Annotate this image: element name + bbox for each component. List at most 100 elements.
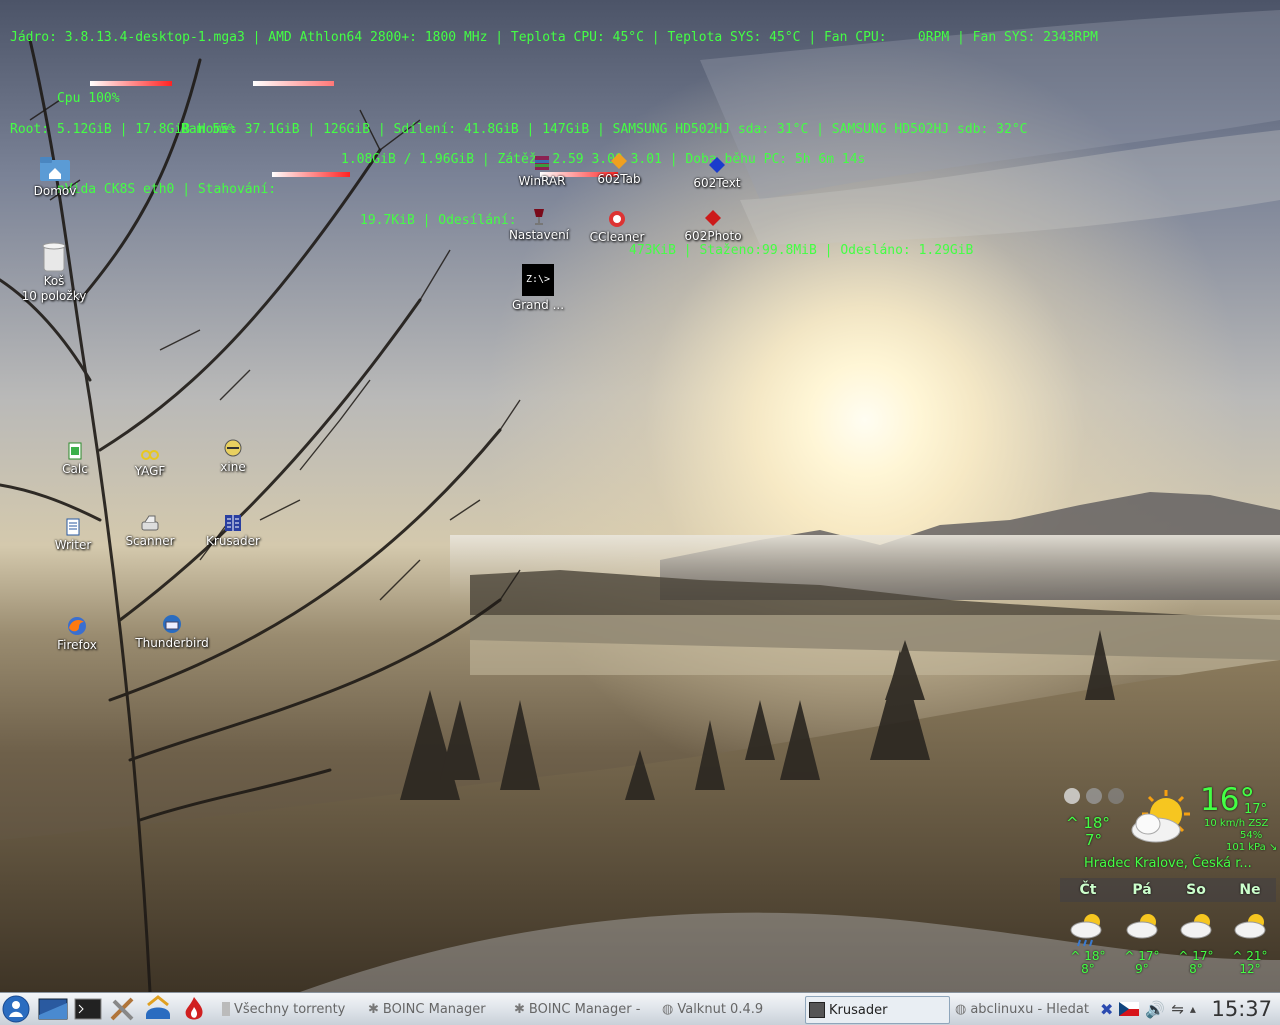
- ccleaner-icon: [609, 211, 625, 227]
- task-boinc-manager-2[interactable]: ✱ BOINC Manager -: [514, 996, 654, 1022]
- package-manager-launcher[interactable]: [142, 995, 174, 1022]
- desktop-icon-thunderbird[interactable]: Thunderbird: [127, 602, 217, 651]
- upload-details: 473KiB | Staženo:99.8MiB | Odesláno: 1.2…: [629, 243, 974, 259]
- desktop-icon-grand[interactable]: Z:\> Grand ...: [493, 262, 583, 313]
- home-folder-icon: [40, 157, 70, 181]
- winrar-icon: [535, 156, 549, 170]
- ram-usage-bar: [253, 81, 334, 86]
- desktop-icon-scanner[interactable]: Scanner: [105, 500, 195, 549]
- show-desktop-button[interactable]: [38, 996, 68, 1022]
- task-abclinuxu[interactable]: ◍ abclinuxu - Hledat: [955, 996, 1090, 1022]
- task-torrents[interactable]: Všechny torrenty: [222, 996, 362, 1022]
- desktop-icon-kos[interactable]: Koš 10 položky: [9, 240, 99, 304]
- network-tray-icon[interactable]: ✖: [1100, 1000, 1113, 1019]
- tray-expand-icon[interactable]: ▴: [1190, 1002, 1196, 1016]
- desktop-icon-domov[interactable]: Domov: [10, 150, 100, 199]
- desktop-icon-sublabel: 10 položky: [21, 289, 87, 303]
- desktop-icon-yagf[interactable]: YAGF: [105, 430, 195, 479]
- forecast-day: So: [1186, 882, 1206, 898]
- forecast-partly-cloudy-icon: [1126, 914, 1158, 939]
- valknut-icon: ◍: [662, 1001, 674, 1017]
- desktop-icon-krusader[interactable]: Krusader: [188, 500, 278, 549]
- terminal-launcher[interactable]: [74, 996, 102, 1022]
- desktop-icon-label: Domov: [33, 184, 77, 198]
- forecast-low: 8°: [1081, 962, 1095, 976]
- humidity-info: 54%: [1240, 830, 1263, 841]
- forecast-cloud-rain-icon: [1070, 914, 1102, 947]
- desktop-icon-602photo[interactable]: 602Photo: [668, 195, 758, 244]
- desktop-icon-ccleaner[interactable]: CCleaner: [572, 196, 662, 245]
- kernel-info-line: Jádro: 3.8.13.4-desktop-1.mga3 | AMD Ath…: [10, 30, 1098, 46]
- desktop-icon-602tab[interactable]: 602Tab: [574, 138, 664, 187]
- forecast-day: Ne: [1239, 882, 1261, 898]
- software-install-icon: [146, 995, 170, 1019]
- pressure-info: 101 kPa ↘: [1226, 842, 1278, 853]
- boinc-icon: ✱: [514, 1001, 525, 1017]
- weather-widget[interactable]: ^ 18° 7° 16° 17° 10 km/h ZSZ 54% 101 kPa…: [1058, 782, 1280, 992]
- system-tray: ✖ 🔊 ⇋ ▴: [1100, 996, 1196, 1022]
- task-valknut[interactable]: ◍ Valknut 0.4.9: [662, 996, 798, 1022]
- desktop-icon-label: Nastavení: [508, 228, 570, 242]
- terminal-icon: [74, 998, 102, 1020]
- cpu-usage-label: Cpu 100%: [56, 91, 120, 107]
- writer-icon: [66, 518, 80, 536]
- weather-mode-icons: [1064, 788, 1124, 804]
- krusader-icon: [809, 1002, 825, 1018]
- forecast-low: 8°: [1189, 962, 1203, 976]
- task-label: BOINC Manager -: [528, 1001, 641, 1017]
- task-label: Krusader: [829, 1002, 888, 1018]
- task-label: Valknut 0.4.9: [677, 1001, 764, 1017]
- thunderbird-icon: [163, 615, 181, 633]
- today-high-temp: ^ 18°: [1066, 814, 1110, 832]
- forecast-temps: ^ 17° 8°: [1170, 950, 1222, 976]
- 602photo-icon: [705, 210, 721, 226]
- desktop-icon-firefox[interactable]: Firefox: [32, 604, 122, 653]
- desktop-icon-label: YAGF: [134, 464, 166, 478]
- settings-launcher[interactable]: [108, 996, 138, 1022]
- firewall-launcher[interactable]: [180, 996, 208, 1022]
- boinc-icon: ✱: [368, 1001, 379, 1017]
- desktop-icon-label: Scanner: [125, 534, 175, 548]
- mageia-menu-icon: [2, 995, 30, 1023]
- scanner-icon: [141, 515, 159, 531]
- desktop-icon-xine[interactable]: xine: [188, 426, 278, 475]
- desktop-icon-label: 602Photo: [684, 229, 742, 243]
- desktop-icon-label: xine: [220, 460, 246, 474]
- task-boinc-manager[interactable]: ✱ BOINC Manager: [368, 996, 508, 1022]
- weather-location: Hradec Kralove, Česká r...: [1084, 856, 1252, 871]
- fire-icon: [185, 997, 203, 1020]
- download-bar: [272, 172, 350, 178]
- forecast-day: Pá: [1132, 882, 1152, 898]
- partly-cloudy-sun-icon: [1131, 790, 1190, 843]
- 602text-icon: [709, 157, 725, 173]
- terminal-icon-text: Z:\>: [525, 274, 551, 285]
- desktop-icon-nastaveni[interactable]: Nastavení: [494, 194, 584, 243]
- browser-icon: ◍: [955, 1001, 967, 1017]
- disk-info-line: Root: 5.12GiB | 17.8GiB Home: 37.1GiB | …: [10, 121, 1028, 137]
- desktop-icon-label: CCleaner: [589, 230, 645, 244]
- task-krusader[interactable]: Krusader: [805, 996, 950, 1024]
- desktop-icon-label: Thunderbird: [135, 636, 209, 650]
- desktop-icon-602text[interactable]: 602Text: [672, 142, 762, 191]
- forecast-temps: ^ 17° 9°: [1116, 950, 1168, 976]
- desktop-icon-label: Koš: [43, 274, 65, 288]
- calc-icon: [68, 442, 82, 460]
- desktop-icon-label: 602Tab: [597, 172, 641, 186]
- wine-glass-icon: [534, 209, 544, 225]
- taskbar: Všechny torrenty ✱ BOINC Manager ✱ BOINC…: [0, 992, 1280, 1025]
- wind-info: 10 km/h ZSZ: [1204, 818, 1269, 829]
- desktop-icon: [38, 998, 68, 1020]
- app-menu-button[interactable]: [2, 995, 30, 1023]
- keyboard-layout-flag-icon[interactable]: [1119, 1002, 1140, 1016]
- terminal-icon: Z:\>: [522, 264, 554, 296]
- cpu-usage-bar: [90, 81, 172, 86]
- clock[interactable]: 15:37: [1211, 993, 1272, 1025]
- forecast-low: 9°: [1135, 962, 1149, 976]
- forecast-temps: ^ 21° 12°: [1224, 950, 1276, 976]
- volume-icon[interactable]: 🔊: [1145, 1000, 1165, 1019]
- desktop-icon-label: Krusader: [206, 534, 260, 548]
- forecast-partly-cloudy-icon: [1180, 914, 1212, 939]
- desktop-icon-label: Firefox: [57, 638, 97, 652]
- firefox-icon: [68, 617, 86, 635]
- usb-icon[interactable]: ⇋: [1171, 1000, 1184, 1018]
